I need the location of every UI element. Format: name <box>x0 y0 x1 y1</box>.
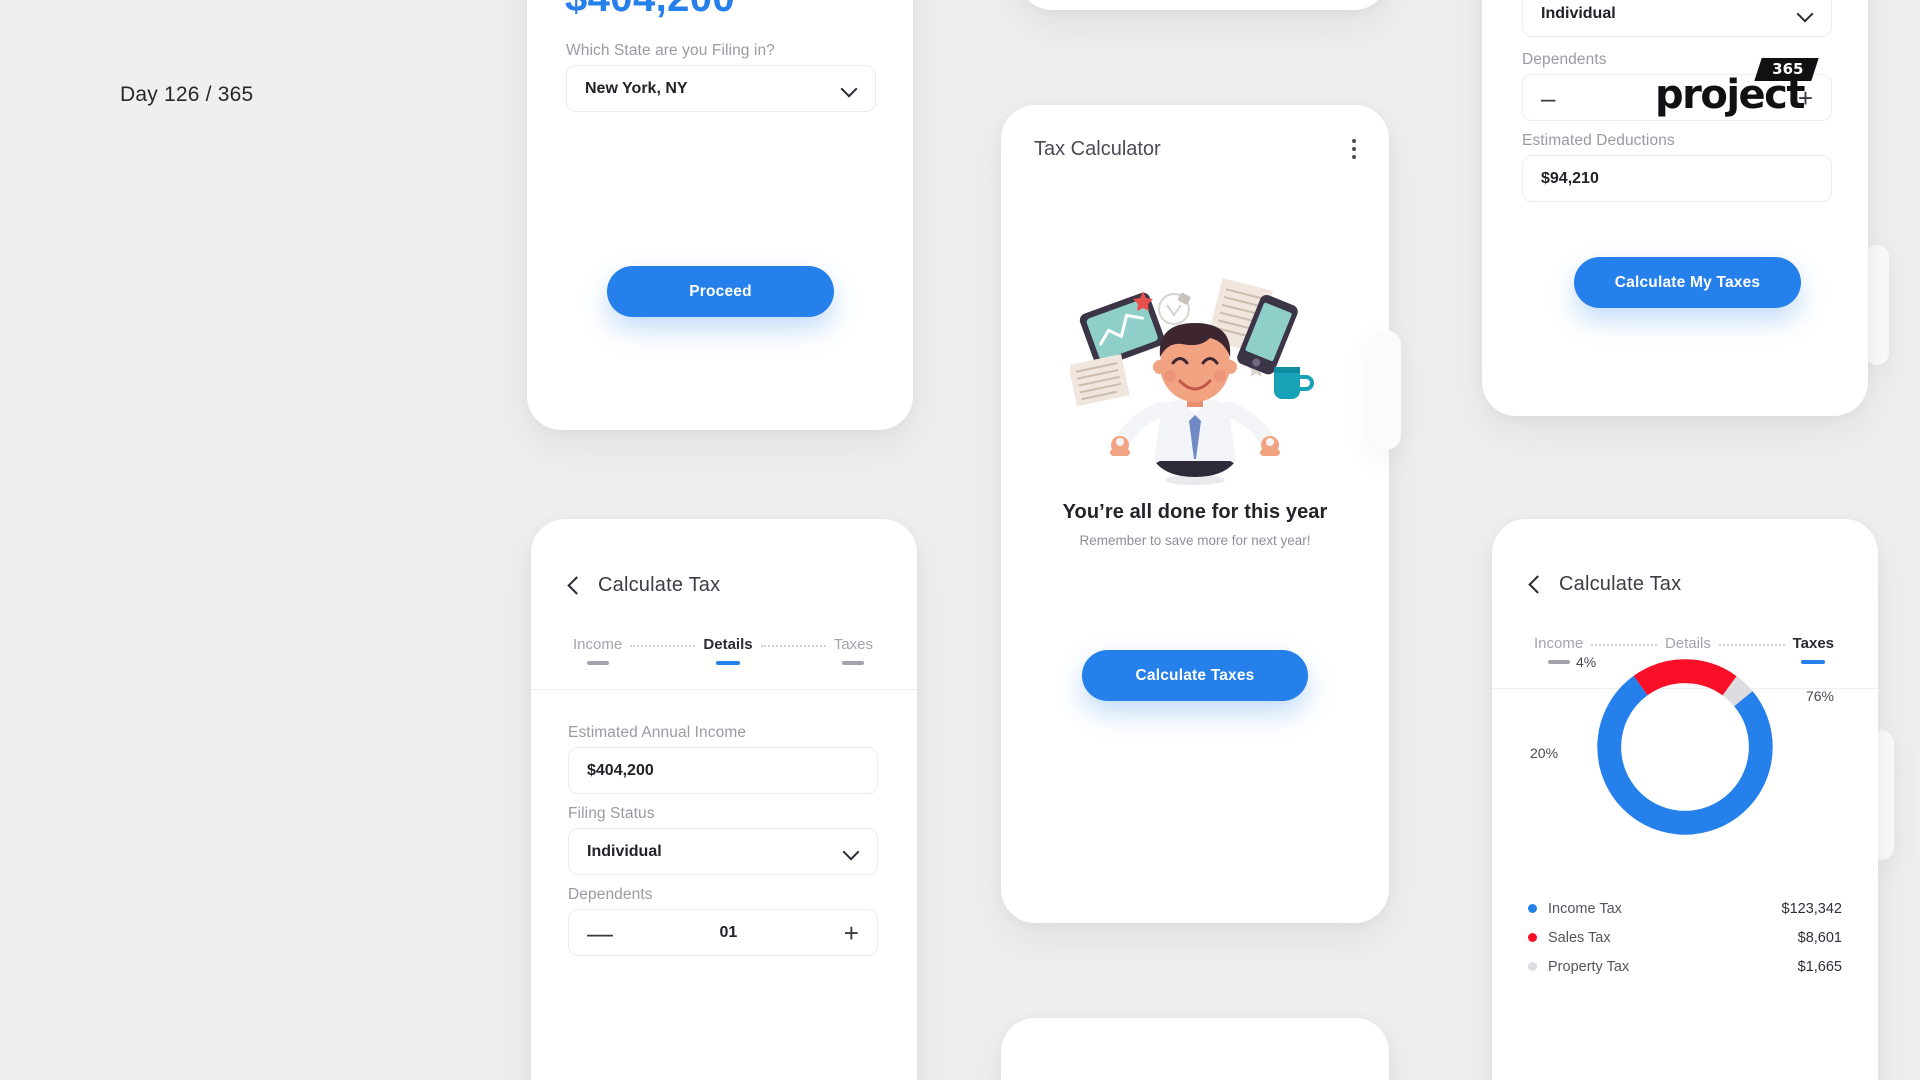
more-options-icon[interactable] <box>1352 139 1356 163</box>
legend-label-income: Income Tax <box>1548 900 1622 917</box>
legend-value-income: $123,342 <box>1781 900 1842 917</box>
step-connector-2 <box>1718 644 1785 646</box>
filing-status-label: Filing Status <box>568 805 655 822</box>
calculator-title: Tax Calculator <box>1034 138 1161 160</box>
step-details-label: Details <box>703 636 753 653</box>
chevron-down-icon <box>845 845 859 859</box>
step-connector-1 <box>630 645 696 647</box>
step-details[interactable]: Details <box>703 636 753 665</box>
card-calculator-screen: Tax Calculator You’re all done for this … <box>1001 105 1389 923</box>
step-taxes[interactable]: Taxes <box>834 636 873 665</box>
donut-label-income: 76% <box>1805 688 1834 704</box>
calculate-taxes-button[interactable]: Calculate Taxes <box>1082 650 1308 701</box>
tax-donut-chart: 4% 76% 20% <box>1492 647 1878 862</box>
calculate-my-taxes-button[interactable]: Calculate My Taxes <box>1574 257 1801 308</box>
details-step-tabs: Income Details Taxes <box>573 636 873 665</box>
filing-status-value-top: Individual <box>1541 4 1616 22</box>
donut-label-sales: 20% <box>1530 745 1559 761</box>
card-income-screen: $404,200 Which State are you Filing in? … <box>527 0 913 430</box>
legend-dot-sales <box>1528 933 1537 942</box>
back-arrow-icon[interactable] <box>567 579 580 592</box>
state-select[interactable]: New York, NY <box>566 65 876 112</box>
legend-row-sales: Sales Tax $8,601 <box>1528 923 1842 952</box>
annual-income-input[interactable]: $404,200 <box>568 747 878 794</box>
card-stub-bottom <box>1001 1018 1389 1080</box>
card-stub-top <box>1018 0 1388 10</box>
state-select-value: New York, NY <box>585 79 688 97</box>
dependents-decrement-button[interactable]: – <box>1541 85 1555 111</box>
back-arrow-icon[interactable] <box>1528 578 1541 591</box>
deductions-value: $94,210 <box>1541 169 1599 187</box>
step-connector-2 <box>760 645 826 647</box>
filing-status-select-top[interactable]: Individual <box>1522 0 1832 37</box>
dependents-decrement-button[interactable]: — <box>587 920 613 946</box>
dependents-increment-button[interactable]: + <box>844 920 859 946</box>
step-income[interactable]: Income <box>573 636 622 665</box>
proceed-button[interactable]: Proceed <box>607 266 834 317</box>
donut-label-property: 4% <box>1576 654 1597 670</box>
done-subtext: Remember to save more for next year! <box>1079 533 1311 548</box>
state-field-label: Which State are you Filing in? <box>566 42 775 59</box>
card-edge-sliver-right-upper <box>1865 245 1889 365</box>
dependents-value: 01 <box>719 923 738 941</box>
chevron-down-icon <box>1799 7 1813 21</box>
dependents-label: Dependents <box>568 886 653 903</box>
step-taxes-bar <box>842 661 865 665</box>
legend-label-property: Property Tax <box>1548 958 1630 975</box>
legend-label-sales: Sales Tax <box>1548 929 1611 946</box>
logo-badge-text: 365 <box>1771 60 1804 78</box>
done-headline: You’re all done for this year <box>1062 501 1328 523</box>
step-income-bar <box>586 661 609 665</box>
step-connector-1 <box>1591 644 1657 646</box>
filing-status-value: Individual <box>587 842 662 860</box>
step-details-bar <box>716 661 740 665</box>
card-edge-sliver-left <box>1371 330 1401 450</box>
legend-row-income: Income Tax $123,342 <box>1528 894 1842 923</box>
taxes-header: Calculate Tax <box>1528 573 1681 596</box>
logo-badge: 365 <box>1753 58 1819 81</box>
card-details-screen: Calculate Tax Income Details Taxes Estim… <box>531 519 917 1080</box>
screenshot-stage: Day 126 / 365 $404,200 Which State are y… <box>0 0 1920 1080</box>
project365-logo: project 365 <box>1655 58 1819 118</box>
annual-income-label: Estimated Annual Income <box>568 724 747 741</box>
card-taxes-screen: Calculate Tax Income Details Taxes 4% 76… <box>1492 519 1878 1080</box>
tax-legend: Income Tax $123,342 Sales Tax $8,601 Pro… <box>1528 894 1842 981</box>
details-header: Calculate Tax <box>567 574 720 597</box>
dependents-label-top: Dependents <box>1522 51 1607 68</box>
legend-row-property: Property Tax $1,665 <box>1528 952 1842 981</box>
legend-value-sales: $8,601 <box>1797 929 1842 946</box>
deductions-input[interactable]: $94,210 <box>1522 155 1832 202</box>
step-income-label: Income <box>573 636 623 653</box>
deductions-label: Estimated Deductions <box>1522 132 1675 149</box>
taxes-header-title: Calculate Tax <box>1559 573 1682 595</box>
meditation-illustration <box>1070 278 1314 485</box>
legend-dot-income <box>1528 904 1537 913</box>
annual-income-value: $404,200 <box>587 761 654 779</box>
details-header-title: Calculate Tax <box>598 574 721 596</box>
step-taxes-label: Taxes <box>833 636 873 653</box>
chevron-down-icon <box>843 82 857 96</box>
day-counter: Day 126 / 365 <box>120 83 254 106</box>
filing-status-select[interactable]: Individual <box>568 828 878 875</box>
donut-svg <box>1597 659 1773 835</box>
legend-dot-property <box>1528 962 1537 971</box>
income-amount: $404,200 <box>565 0 735 21</box>
dependents-stepper[interactable]: — 01 + <box>568 909 878 956</box>
legend-value-property: $1,665 <box>1797 958 1842 975</box>
steps-divider <box>531 689 917 690</box>
